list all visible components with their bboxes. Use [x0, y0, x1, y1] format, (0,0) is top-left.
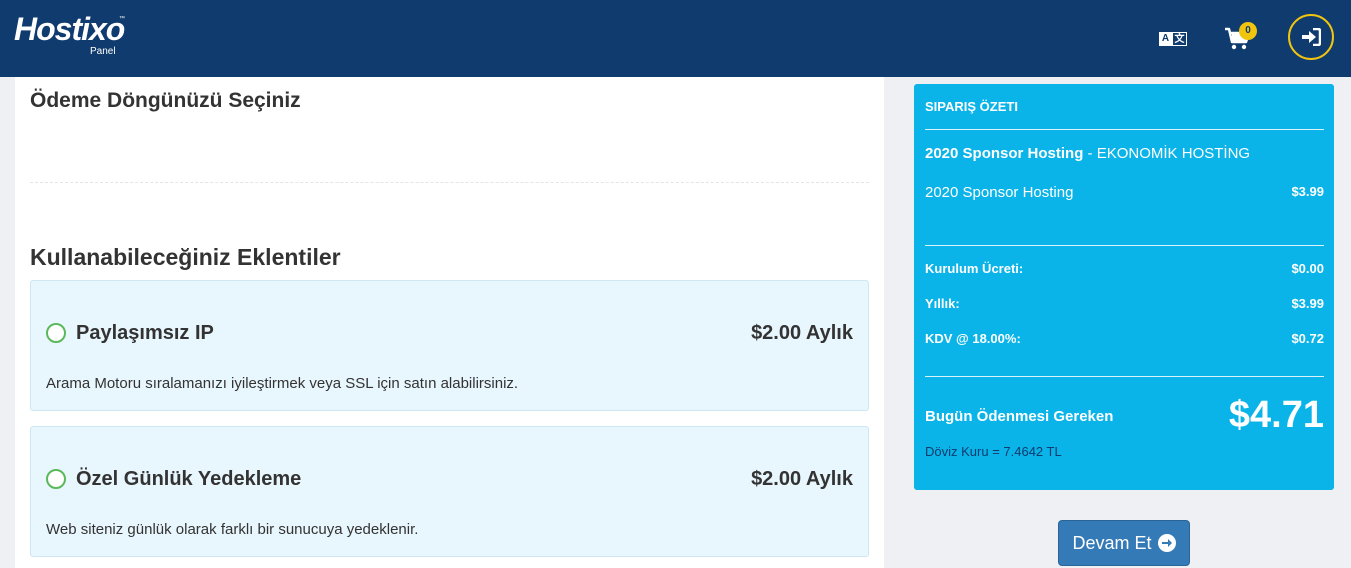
- language-icon[interactable]: A 文: [1159, 32, 1187, 46]
- line-item-value: $3.99: [1291, 184, 1324, 199]
- setup-fee-label: Kurulum Ücreti:: [925, 261, 1024, 276]
- addon-description: Arama Motoru sıralamanızı iyileştirmek v…: [46, 375, 519, 392]
- summary-setup-fee: Kurulum Ücreti: $0.00: [925, 261, 1324, 276]
- addon-name: Paylaşımsız IP: [76, 322, 214, 344]
- language-icon-cjk: 文: [1172, 32, 1187, 46]
- language-icon-latin: A: [1159, 32, 1172, 46]
- addons-section-title: Kullanabileceğiniz Eklentiler: [30, 244, 341, 270]
- tax-value: $0.72: [1291, 331, 1324, 346]
- due-today-label: Bugün Ödenmesi Gereken: [925, 408, 1114, 425]
- addon-name: Özel Günlük Yedekleme: [76, 468, 302, 490]
- sign-in-icon: [1302, 28, 1321, 46]
- main-panel: Ödeme Döngünüzü Seçiniz Kullanabileceğin…: [15, 77, 884, 568]
- logo-trademark: ™: [119, 16, 125, 22]
- summary-annual: Yıllık: $3.99: [925, 296, 1324, 311]
- addon-radio[interactable]: [46, 469, 66, 489]
- addon-description: Web siteniz günlük olarak farklı bir sun…: [46, 521, 419, 538]
- logo-text: Hostixo: [14, 11, 125, 47]
- addon-radio[interactable]: [46, 323, 66, 343]
- order-summary: SIPARIŞ ÖZETI 2020 Sponsor Hosting - EKO…: [914, 84, 1334, 490]
- summary-product-group: 2020 Sponsor Hosting: [925, 145, 1084, 162]
- addon-price: $2.00 Aylık: [751, 468, 853, 490]
- addon-card-daily-backup[interactable]: Özel Günlük Yedekleme $2.00 Aylık Web si…: [30, 426, 869, 557]
- tax-label: KDV @ 18.00%:: [925, 331, 1021, 346]
- continue-button-label: Devam Et: [1072, 532, 1152, 553]
- arrow-right-circle-icon: [1157, 534, 1176, 552]
- summary-divider: [925, 245, 1324, 246]
- summary-divider: [925, 376, 1324, 377]
- summary-tax: KDV @ 18.00%: $0.72: [925, 331, 1324, 346]
- cart-count-badge: 0: [1239, 22, 1257, 40]
- addon-price: $2.00 Aylık: [751, 322, 853, 344]
- setup-fee-value: $0.00: [1291, 261, 1324, 276]
- exchange-rate: Döviz Kuru = 7.4642 TL: [925, 444, 1062, 459]
- summary-product-plan: EKONOMİK HOSTİNG: [1096, 145, 1251, 162]
- top-navbar: Hostixo ™ Panel A 文 0: [0, 0, 1351, 77]
- annual-label: Yıllık:: [925, 296, 960, 311]
- section-divider: [30, 182, 869, 183]
- due-today-amount: $4.71: [1228, 394, 1324, 436]
- continue-button[interactable]: Devam Et: [1058, 520, 1190, 566]
- login-button[interactable]: [1288, 14, 1334, 60]
- logo-subtitle: Panel: [90, 46, 116, 57]
- addon-card-dedicated-ip[interactable]: Paylaşımsız IP $2.00 Aylık Arama Motoru …: [30, 280, 869, 411]
- line-item-label: 2020 Sponsor Hosting: [925, 184, 1074, 201]
- summary-product: 2020 Sponsor Hosting - EKONOMİK HOSTİNG: [925, 145, 1250, 162]
- logo[interactable]: Hostixo ™ Panel: [14, 11, 125, 57]
- annual-value: $3.99: [1291, 296, 1324, 311]
- summary-product-separator: -: [1083, 145, 1097, 162]
- summary-line-item: 2020 Sponsor Hosting $3.99: [925, 184, 1324, 201]
- summary-title: SIPARIŞ ÖZETI: [925, 99, 1018, 114]
- page-title: Ödeme Döngünüzü Seçiniz: [30, 89, 301, 112]
- summary-divider: [925, 129, 1324, 130]
